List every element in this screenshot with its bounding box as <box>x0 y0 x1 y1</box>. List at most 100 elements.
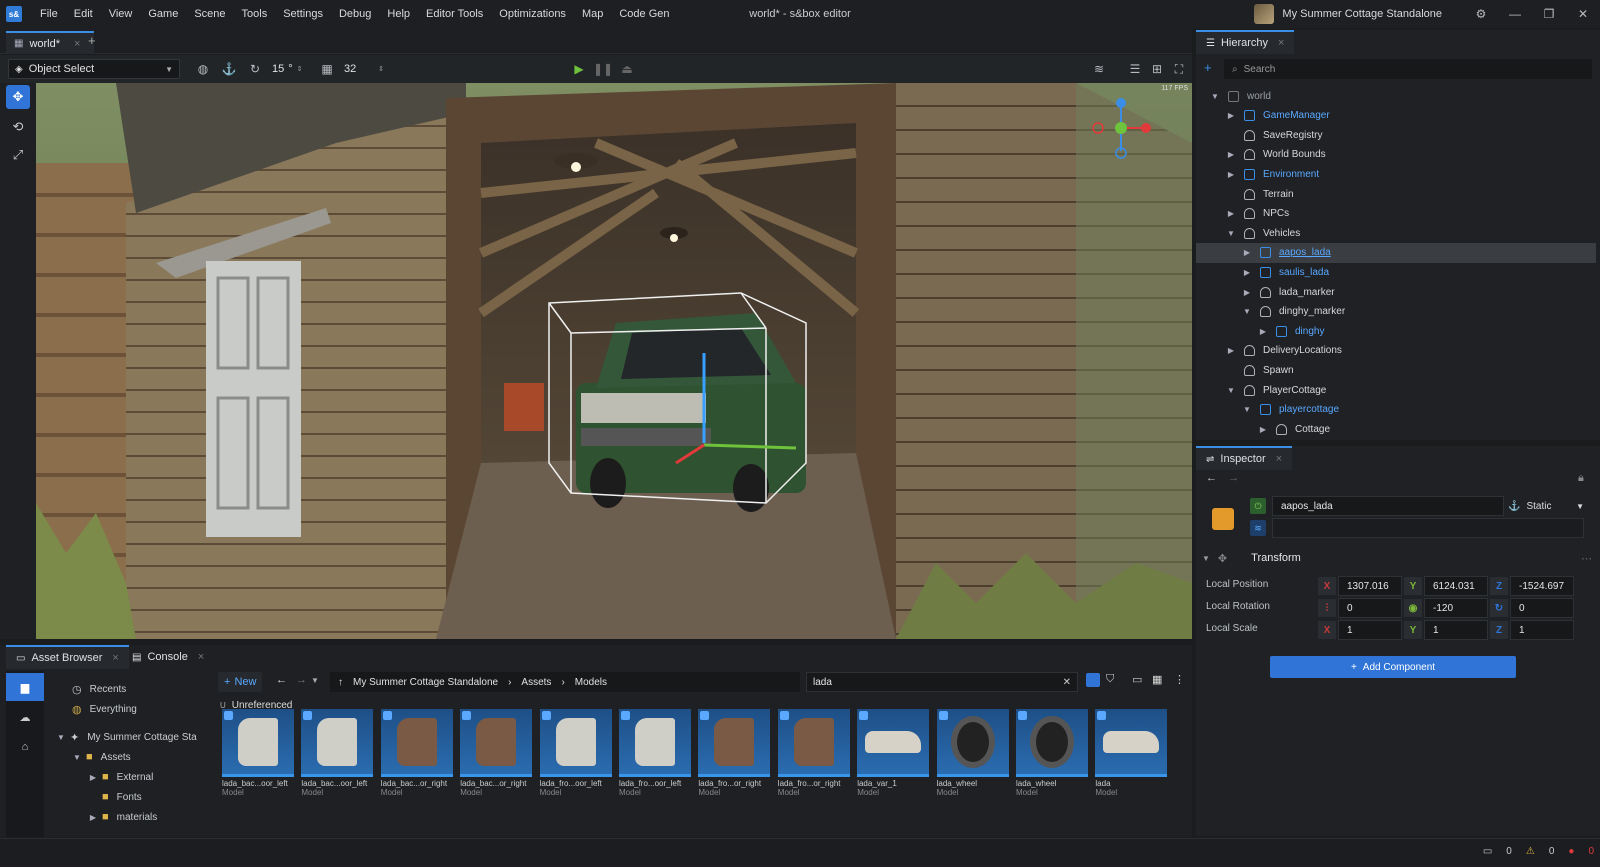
transform-value-input[interactable]: 1 <box>1338 620 1402 640</box>
grid-icon[interactable]: ▦ <box>316 59 338 79</box>
globe-icon[interactable]: ◍ <box>192 59 214 79</box>
menu-item-editor-tools[interactable]: Editor Tools <box>418 0 491 28</box>
add-tab-icon[interactable]: + <box>88 33 96 48</box>
forward-icon[interactable]: → <box>1228 472 1239 484</box>
chevron-down-icon[interactable]: ▼ <box>1210 92 1220 101</box>
rotation-snap-icon[interactable]: ↻ <box>244 59 266 79</box>
chevron-down-icon[interactable]: ▼ <box>1226 386 1236 395</box>
menu-item-file[interactable]: File <box>32 0 66 28</box>
tab-world[interactable]: ▦ world* × <box>6 31 95 54</box>
axis-z-icon[interactable]: Z <box>1490 621 1508 639</box>
error-icon[interactable]: ● <box>1568 846 1574 857</box>
sbox-logo[interactable]: s& <box>6 6 22 22</box>
hierarchy-item[interactable]: ▼ dinghy_marker <box>1196 302 1596 322</box>
menu-item-settings[interactable]: Settings <box>275 0 331 28</box>
enabled-toggle[interactable]: ⏻ <box>1250 498 1266 514</box>
chevron-right-icon[interactable]: ▶ <box>1226 150 1236 159</box>
axis-x-icon[interactable]: ⫶ <box>1318 599 1336 617</box>
menu-item-map[interactable]: Map <box>574 0 611 28</box>
asset-thumbnail[interactable] <box>1016 709 1088 777</box>
project-name[interactable]: My Summer Cottage Standalone <box>1282 8 1442 20</box>
lasso-tool-icon[interactable]: ⟲ <box>6 115 30 139</box>
chevron-down-icon[interactable]: ▼ <box>56 733 66 742</box>
object-name-input[interactable]: aapos_lada <box>1272 496 1504 516</box>
close-icon[interactable]: ✕ <box>1566 7 1600 21</box>
stepper-icon[interactable]: ⇕ <box>297 65 303 73</box>
transform-header[interactable]: ▼ ✥ Transform ⋯ <box>1202 550 1592 566</box>
menu-item-edit[interactable]: Edit <box>66 0 101 28</box>
asset-thumbnail[interactable] <box>539 709 612 777</box>
chevron-right-icon[interactable]: ▶ <box>88 813 98 822</box>
axis-z-icon[interactable]: ↻ <box>1490 599 1508 617</box>
asset-tile[interactable]: lada_wheel Model <box>1016 709 1088 797</box>
snap-icon[interactable]: ⚓ <box>218 59 240 79</box>
transform-value-input[interactable]: -120 <box>1424 598 1488 618</box>
transform-value-input[interactable]: 0 <box>1338 598 1402 618</box>
asset-thumbnail[interactable] <box>619 709 691 777</box>
chevron-down-icon[interactable]: ▼ <box>1242 307 1252 316</box>
menu-item-game[interactable]: Game <box>140 0 186 28</box>
tab-asset-browser[interactable]: ▭ Asset Browser × <box>6 645 129 669</box>
transform-value-input[interactable]: 1 <box>1424 620 1488 640</box>
pause-icon[interactable]: ❚❚ <box>592 59 614 79</box>
project-thumbnail[interactable] <box>1254 4 1275 24</box>
hierarchy-item[interactable]: ▼ playercottage <box>1196 400 1596 420</box>
close-icon[interactable]: × <box>1278 37 1284 49</box>
local-assets-icon[interactable]: ▆ <box>6 673 44 701</box>
maximize-icon[interactable]: ❐ <box>1532 7 1566 21</box>
asset-tile[interactable]: lada_bac...oor_left Model <box>222 709 294 797</box>
hierarchy-item[interactable]: SaveRegistry <box>1196 125 1596 145</box>
layout-icon[interactable]: ⊞ <box>1146 59 1168 79</box>
asset-tile[interactable]: lada_fro...oor_left Model <box>619 709 691 797</box>
hierarchy-item[interactable]: ▶ World Bounds <box>1196 145 1596 165</box>
eject-icon[interactable]: ⏏ <box>616 59 638 79</box>
chevron-down-icon[interactable]: ▼ <box>1242 405 1252 414</box>
hierarchy-item[interactable]: ▶ Cottage <box>1196 419 1596 436</box>
select-mode-dropdown[interactable]: ◈ Object Select ▼ <box>8 59 180 79</box>
axis-y-icon[interactable]: Y <box>1404 577 1422 595</box>
asset-tile[interactable]: lada_bac...oor_left Model <box>301 709 374 797</box>
hierarchy-item[interactable]: ▼ world <box>1196 86 1596 106</box>
close-icon[interactable]: × <box>112 652 118 664</box>
stepper-icon[interactable]: ⇕ <box>378 65 384 73</box>
menu-item-help[interactable]: Help <box>379 0 418 28</box>
messages-count[interactable]: 0 <box>1506 846 1512 857</box>
hierarchy-item[interactable]: ▼ PlayerCottage <box>1196 380 1596 400</box>
asset-tile[interactable]: lada_var_1 Model <box>857 709 930 797</box>
asset-thumbnail[interactable] <box>698 709 771 777</box>
hierarchy-item[interactable]: ▶ saulis_lada <box>1196 262 1596 282</box>
gear-icon[interactable]: ⚙ <box>1464 7 1498 21</box>
tags-input[interactable] <box>1272 518 1584 538</box>
minimize-icon[interactable]: — <box>1498 7 1532 21</box>
asset-thumbnail[interactable] <box>222 709 294 777</box>
lock-icon[interactable]: 🔒︎ <box>1578 472 1584 485</box>
chevron-right-icon[interactable]: ▶ <box>1242 248 1252 257</box>
chevron-right-icon[interactable]: ▶ <box>1258 327 1268 336</box>
warnings-count[interactable]: 0 <box>1549 846 1555 857</box>
menu-item-tools[interactable]: Tools <box>234 0 276 28</box>
asset-tile[interactable]: lada_bac...or_right Model <box>380 709 453 797</box>
axis-y-icon[interactable]: ◉ <box>1404 599 1422 617</box>
asset-tile[interactable]: lada_fro...or_right Model <box>698 709 771 797</box>
menu-item-optimizations[interactable]: Optimizations <box>491 0 574 28</box>
asset-thumbnail[interactable] <box>857 709 930 777</box>
asset-thumbnail[interactable] <box>380 709 453 777</box>
chevron-right-icon[interactable]: ▶ <box>1242 288 1252 297</box>
menu-item-view[interactable]: View <box>101 0 141 28</box>
asset-tile[interactable]: lada_wheel Model <box>936 709 1009 797</box>
chevron-down-icon[interactable]: ▼ <box>72 753 82 762</box>
close-icon[interactable]: × <box>1276 453 1282 465</box>
hierarchy-item[interactable]: Spawn <box>1196 360 1596 380</box>
asset-thumbnail[interactable] <box>460 709 533 777</box>
messages-icon[interactable]: ▭ <box>1483 846 1492 857</box>
static-dropdown[interactable]: ⚓ Static ▼ <box>1508 496 1584 516</box>
grid-size-field[interactable]: 32 ⇕ <box>338 59 390 79</box>
chevron-right-icon[interactable]: ▶ <box>1226 209 1236 218</box>
transform-value-input[interactable]: 1 <box>1510 620 1574 640</box>
axis-x-icon[interactable]: X <box>1318 621 1336 639</box>
hierarchy-item[interactable]: ▶ NPCs <box>1196 204 1596 224</box>
menu-item-scene[interactable]: Scene <box>186 0 233 28</box>
tab-inspector[interactable]: ⇌ Inspector × <box>1196 446 1293 470</box>
chevron-right-icon[interactable]: ▶ <box>1258 425 1268 434</box>
menu-item-debug[interactable]: Debug <box>331 0 379 28</box>
